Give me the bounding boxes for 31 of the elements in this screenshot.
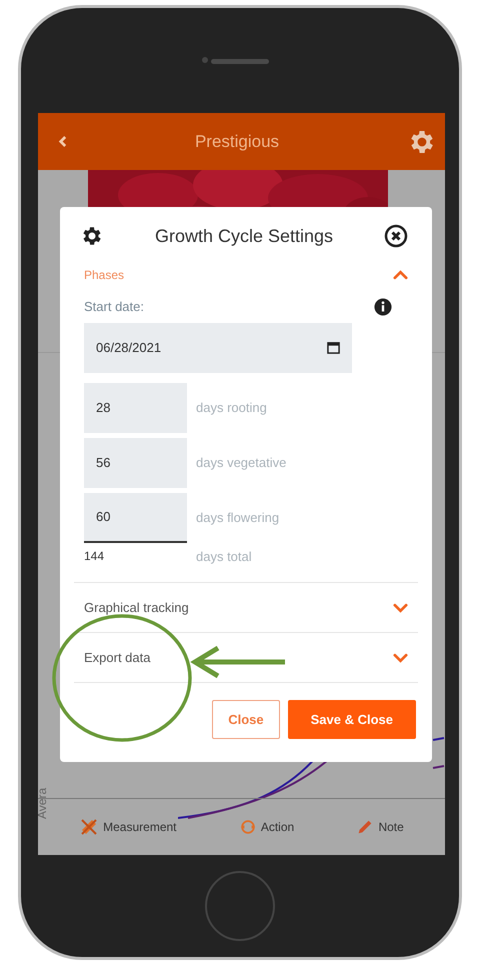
number-field[interactable]: 56	[84, 438, 187, 488]
field-label: days vegetative	[196, 454, 286, 472]
field-label: days rooting	[196, 398, 267, 417]
section-title: Phases	[84, 267, 124, 284]
section-header[interactable]: Export data	[84, 633, 408, 682]
toolbar-button[interactable]: Note	[356, 818, 404, 836]
header-title: Prestigious	[194, 130, 280, 153]
info-icon[interactable]	[374, 298, 392, 316]
chevron-down-icon[interactable]	[393, 602, 408, 612]
chevron-up-icon[interactable]	[393, 270, 408, 280]
section-title: Graphical tracking	[84, 598, 189, 617]
total-value: 144	[84, 548, 106, 566]
circle-arrows-icon	[238, 818, 257, 836]
field-label: days flowering	[196, 508, 280, 527]
section-header[interactable]: Graphical tracking	[84, 583, 408, 632]
number-field[interactable]: 28	[84, 382, 187, 432]
toolbar-button[interactable]: Action	[238, 818, 294, 836]
field-label: days total	[196, 548, 252, 566]
close-icon[interactable]	[384, 224, 408, 248]
field-label: Start date:	[84, 298, 144, 316]
ruler-icon	[79, 817, 100, 837]
number-field[interactable]: 60	[84, 492, 187, 542]
toolbar-button[interactable]: Measurement	[79, 817, 177, 837]
chevron-down-icon[interactable]	[393, 652, 408, 662]
back-icon[interactable]	[58, 135, 67, 148]
dialog-title: Growth Cycle Settings	[154, 224, 334, 248]
axis-label: Avera	[38, 788, 50, 819]
section-title: Export data	[84, 648, 150, 667]
calendar-icon[interactable]	[327, 341, 340, 354]
speaker-grille	[211, 59, 269, 64]
date-field[interactable]: 06/28/2021	[84, 322, 352, 372]
